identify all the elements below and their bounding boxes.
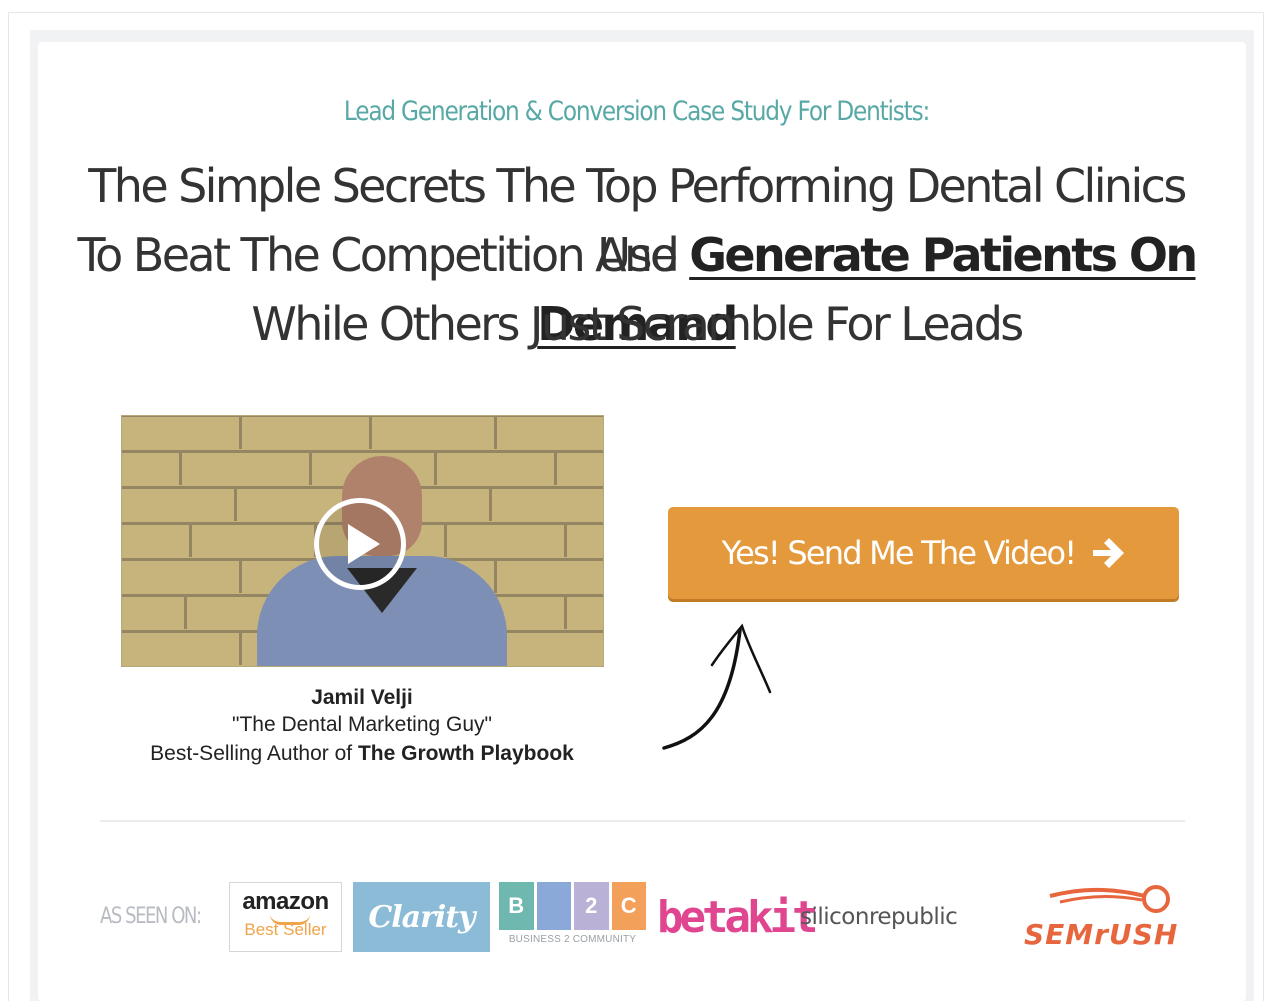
author-credit-prefix: Best-Selling Author of	[150, 742, 358, 765]
play-icon[interactable]	[314, 498, 406, 590]
business-2-community-logo: B 2 C BUSINESS 2 COMMUNITY	[499, 882, 646, 952]
b2c-c-tile: C	[611, 882, 646, 930]
b2c-b-tile: B	[499, 882, 534, 930]
as-seen-on-label: AS SEEN ON:	[100, 904, 202, 929]
betakit-logo: betakit	[657, 882, 818, 952]
author-credit: Best-Selling Author of The Growth Playbo…	[100, 742, 624, 766]
b2c-2-tile: 2	[574, 882, 609, 930]
amazon-smile-icon	[270, 914, 310, 925]
send-video-button[interactable]: Yes! Send Me The Video!	[668, 507, 1179, 599]
semrush-logo: SEMrUSH	[1020, 882, 1186, 952]
b2c-subtitle: BUSINESS 2 COMMUNITY	[508, 934, 637, 945]
betakit-wordmark: betakit	[657, 891, 818, 943]
eyebrow-heading: Lead Generation & Conversion Case Study …	[343, 96, 930, 127]
amazon-wordmark: amazon	[242, 888, 329, 915]
hand-drawn-arrow-icon	[662, 623, 772, 750]
arrow-right-icon	[1093, 538, 1125, 568]
video-player[interactable]	[121, 415, 604, 667]
author-tagline: "The Dental Marketing Guy"	[231, 713, 493, 736]
amazon-best-seller-logo: amazon Best Seller	[229, 882, 342, 952]
b2c-connector-tile	[536, 882, 571, 930]
headline-line-2-prefix: To Beat The Competition And	[77, 228, 690, 282]
headline-line-3: While Others Just Scramble For Leads	[251, 297, 1024, 351]
section-divider	[100, 820, 1185, 822]
semrush-swoosh-icon	[1049, 885, 1170, 913]
send-video-button-label: Yes! Send Me The Video!	[721, 534, 1077, 572]
siliconrepublic-logo: siliconrepublic	[800, 904, 958, 930]
book-title: The Growth Playbook	[357, 742, 574, 765]
author-name: Jamil Velji	[311, 686, 413, 709]
clarity-logo: Clarity	[353, 882, 490, 952]
semrush-wordmark: SEMrUSH	[1024, 918, 1179, 951]
